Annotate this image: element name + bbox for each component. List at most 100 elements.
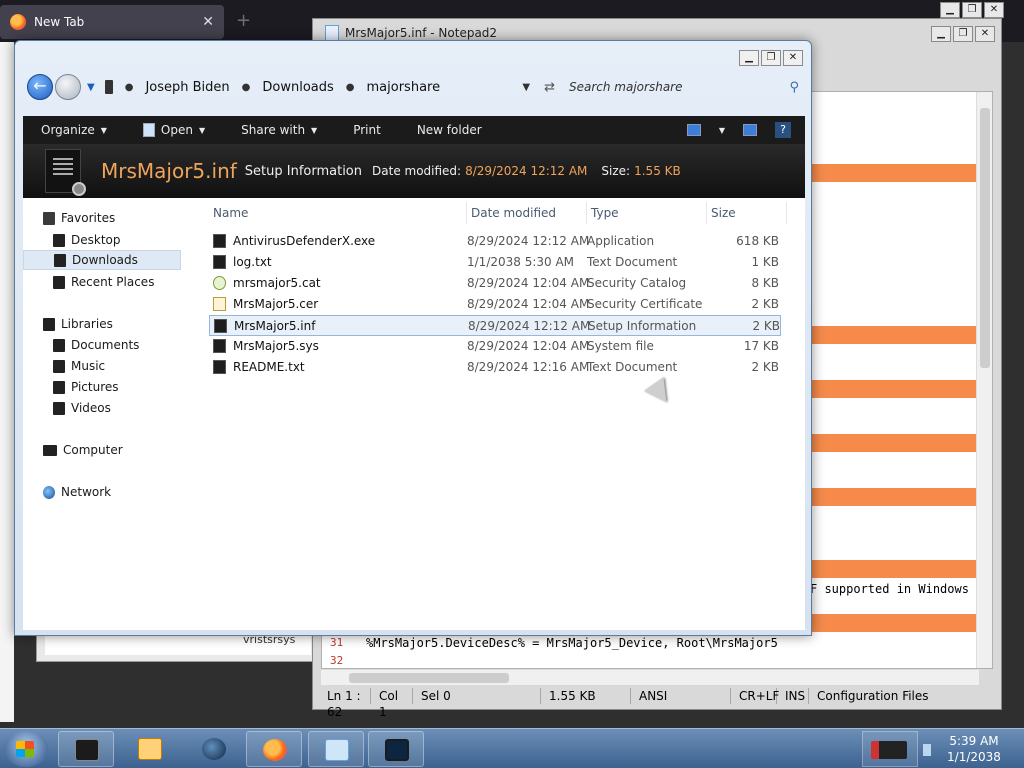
new-folder-button[interactable]: New folder [399, 123, 500, 137]
tray-icons[interactable] [862, 731, 931, 767]
gear-icon [72, 182, 86, 196]
restore-icon[interactable]: ❐ [761, 50, 781, 66]
notepad-doc-icon [325, 25, 339, 41]
back-button[interactable]: ← [27, 74, 53, 100]
taskbar-globe-button[interactable] [186, 731, 242, 767]
file-name: log.txt [233, 255, 272, 269]
clock[interactable]: 5:39 AM 1/1/2038 [936, 733, 1012, 765]
nav-libraries[interactable]: Libraries [43, 314, 113, 334]
minimize-icon[interactable]: ▁ [931, 26, 951, 42]
print-button[interactable]: Print [335, 123, 399, 137]
notepad-title: MrsMajor5.inf - Notepad2 [345, 26, 498, 40]
breadcrumb-separator-icon[interactable]: ● [125, 82, 134, 93]
code-line: %MrsMajor5.DeviceDesc% = MrsMajor5_Devic… [366, 636, 778, 650]
open-button[interactable]: Open ▼ [125, 123, 223, 137]
notepad-title-bar: MrsMajor5.inf - Notepad2 [325, 25, 497, 41]
chevron-down-icon[interactable]: ▼ [719, 126, 725, 135]
refresh-icon[interactable]: ⇄ [544, 80, 555, 95]
vertical-scrollbar[interactable] [976, 92, 992, 668]
breadcrumb[interactable]: ● Joseph Biden ● Downloads ● majorshare [101, 73, 509, 101]
horizontal-scrollbar[interactable] [321, 669, 979, 685]
search-input[interactable]: Search majorshare ⚲ [569, 74, 805, 100]
scrollbar-thumb[interactable] [349, 673, 509, 683]
nav-downloads[interactable]: Downloads [23, 250, 181, 270]
nav-favorites[interactable]: Favorites [43, 208, 115, 228]
recent-pages-dropdown-icon[interactable]: ▼ [87, 82, 95, 93]
search-icon[interactable]: ⚲ [789, 80, 799, 95]
column-header-size[interactable]: Size [707, 202, 787, 224]
status-scheme: Configuration Files [817, 689, 929, 703]
firefox-window-edge [0, 42, 14, 722]
table-row[interactable]: mrsmajor5.cat 8/29/2024 12:04 AM Securit… [209, 273, 781, 294]
column-header-label: Name [213, 206, 249, 220]
column-header-name[interactable]: Name [209, 202, 467, 224]
table-row-selected[interactable]: MrsMajor5.inf 8/29/2024 12:12 AM Setup I… [209, 315, 781, 336]
forward-button[interactable] [55, 74, 81, 100]
nav-label: Music [71, 359, 106, 373]
status-mode: INS [777, 688, 809, 704]
minimize-icon[interactable]: ▁ [739, 50, 759, 66]
videos-icon [53, 401, 65, 415]
new-tab-icon[interactable]: + [236, 10, 251, 31]
nav-network[interactable]: Network [43, 482, 111, 502]
breadcrumb-item[interactable]: majorshare [367, 80, 441, 95]
tray-app-icon[interactable] [871, 741, 907, 759]
nav-music[interactable]: Music [53, 356, 105, 376]
status-size: 1.55 KB [541, 688, 631, 704]
breadcrumb-item[interactable]: Joseph Biden [145, 80, 229, 95]
breadcrumb-item[interactable]: Downloads [262, 80, 333, 95]
change-view-icon[interactable] [686, 124, 701, 136]
table-row[interactable]: MrsMajor5.cer 8/29/2024 12:04 AM Securit… [209, 294, 781, 315]
table-row[interactable]: log.txt 1/1/2038 5:30 AM Text Document 1… [209, 252, 781, 273]
help-icon[interactable]: ? [775, 122, 791, 138]
details-date-value: 8/29/2024 12:12 AM [465, 164, 588, 178]
nav-computer[interactable]: Computer [43, 440, 123, 460]
nav-recent-places[interactable]: Recent Places [53, 272, 154, 292]
file-date: 8/29/2024 12:04 AM [467, 276, 590, 290]
taskbar-explorer-button[interactable] [58, 731, 114, 767]
file-size: 2 KB [751, 297, 779, 311]
close-icon[interactable]: ✕ [975, 26, 995, 42]
breadcrumb-separator-icon[interactable]: ● [242, 82, 251, 93]
network-icon [43, 485, 55, 499]
share-with-button[interactable]: Share with ▼ [223, 123, 335, 137]
address-dropdown-icon[interactable]: ▼ [522, 82, 530, 93]
clock-date: 1/1/2038 [947, 750, 1001, 764]
firefox-tab[interactable]: New Tab ✕ [0, 5, 224, 39]
setup-file-large-icon [45, 149, 86, 196]
column-header-type[interactable]: Type [587, 202, 707, 224]
minimize-icon[interactable]: ▁ [940, 2, 960, 18]
nav-label: Pictures [71, 380, 119, 394]
organize-button[interactable]: Organize ▼ [23, 123, 125, 137]
nav-desktop[interactable]: Desktop [53, 230, 121, 250]
taskbar-notepad-button[interactable] [308, 731, 364, 767]
file-size: 2 KB [751, 360, 779, 374]
table-row[interactable]: README.txt 8/29/2024 12:16 AM Text Docum… [209, 357, 781, 378]
file-name: mrsmajor5.cat [233, 276, 321, 290]
nav-videos[interactable]: Videos [53, 398, 111, 418]
restore-icon[interactable]: ❐ [962, 2, 982, 18]
taskbar-firefox-button[interactable] [246, 731, 302, 767]
organize-label: Organize [41, 123, 95, 137]
scrollbar-thumb[interactable] [980, 108, 990, 368]
nav-label: Libraries [61, 317, 113, 331]
taskbar-app-button[interactable] [368, 731, 424, 767]
close-icon[interactable]: ✕ [984, 2, 1004, 18]
highlight-band [810, 488, 982, 506]
close-tab-icon[interactable]: ✕ [202, 14, 214, 30]
taskbar-media-button[interactable] [122, 731, 178, 767]
table-row[interactable]: MrsMajor5.sys 8/29/2024 12:04 AM System … [209, 336, 781, 357]
close-icon[interactable]: ✕ [783, 50, 803, 66]
column-header-date-modified[interactable]: Date modified [467, 202, 587, 224]
table-row[interactable]: AntivirusDefenderX.exe 8/29/2024 12:12 A… [209, 231, 781, 252]
nav-documents[interactable]: Documents [53, 335, 139, 355]
file-type: Setup Information [588, 319, 697, 333]
text-file-icon [213, 255, 226, 269]
nav-pictures[interactable]: Pictures [53, 377, 119, 397]
network-status-icon[interactable] [923, 744, 931, 756]
restore-icon[interactable]: ❐ [953, 26, 973, 42]
app-window-icon [385, 739, 409, 761]
preview-pane-icon[interactable] [743, 124, 757, 136]
start-button[interactable] [4, 731, 48, 767]
breadcrumb-separator-icon[interactable]: ● [346, 82, 355, 93]
